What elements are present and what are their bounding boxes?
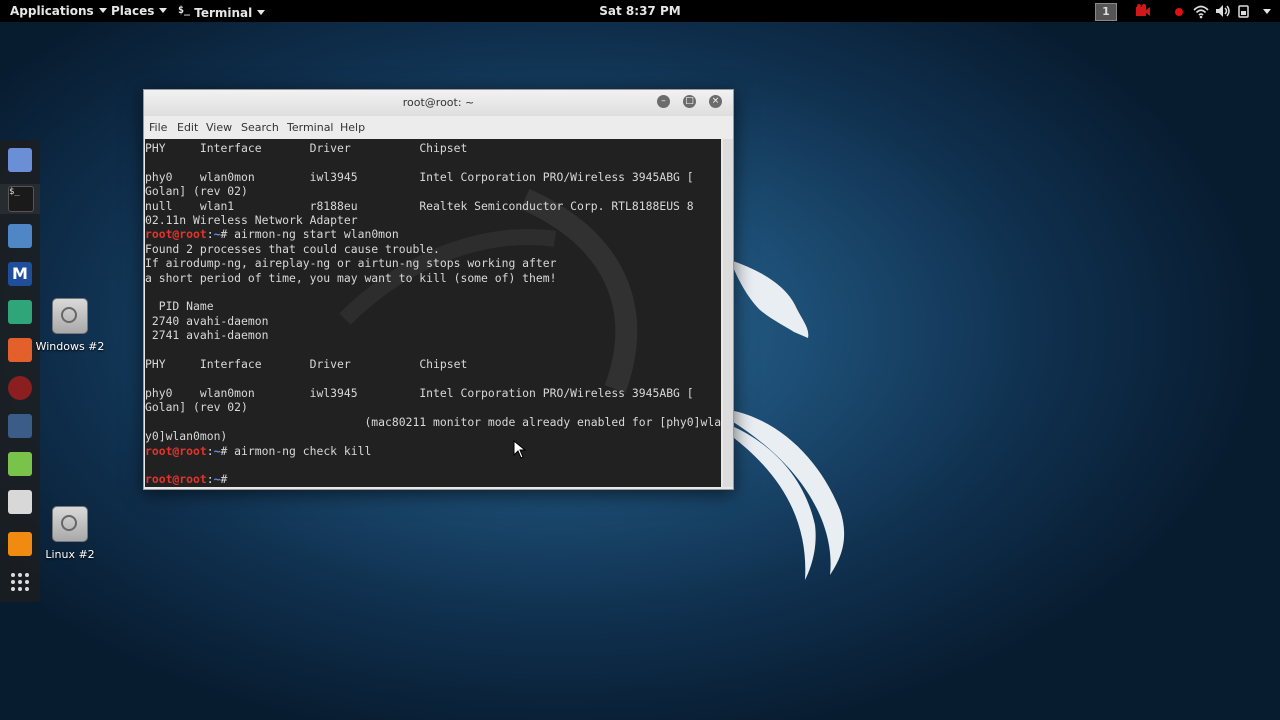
terminal-icon[interactable]: $_ <box>8 186 34 212</box>
burpsuite-icon[interactable] <box>8 338 32 362</box>
places-label: Places <box>111 4 155 18</box>
terminal-line: a short period of time, you may want to … <box>145 270 557 285</box>
battery-icon[interactable] <box>1236 2 1254 20</box>
terminal-line: PHY Interface Driver Chipset <box>145 357 468 372</box>
menu-view[interactable]: View <box>206 116 232 140</box>
applications-menu[interactable]: Applications <box>10 0 107 22</box>
applications-label: Applications <box>10 4 94 18</box>
menu-terminal[interactable]: Terminal <box>287 116 334 140</box>
places-menu[interactable]: Places <box>111 0 168 22</box>
terminal-prompt-line: root@root:~# <box>145 472 721 486</box>
volume-icon[interactable] <box>1214 2 1232 20</box>
window-title: root@root: ~ <box>402 96 475 109</box>
terminal-small-icon: $_ <box>178 5 191 16</box>
terminal-line: Golan] (rev 02) <box>145 400 248 415</box>
wifi-icon[interactable] <box>1192 2 1210 20</box>
recorder-icon[interactable] <box>1134 2 1152 20</box>
terminal-line: PID Name <box>145 299 214 314</box>
workspace-indicator[interactable]: 1 <box>1095 3 1117 21</box>
prompt-user: root@root <box>145 472 207 487</box>
desktop-icon-label: Windows #2 <box>35 340 105 353</box>
terminal-line: If airodump-ng, aireplay-ng or airtun-ng… <box>145 256 557 271</box>
mouse-cursor-icon <box>513 440 527 459</box>
terminal-scrollbar[interactable] <box>723 139 733 487</box>
record-dot-icon[interactable] <box>1170 2 1188 20</box>
armitage-icon[interactable] <box>8 300 32 324</box>
prompt-separator: : <box>206 227 214 242</box>
chevron-down-icon <box>159 8 168 13</box>
desktop-icon-windows-2[interactable]: Windows #2 <box>30 298 110 353</box>
terminal-line: Found 2 processes that could cause troub… <box>145 241 440 256</box>
terminal-app-menu[interactable]: $_ Terminal <box>178 0 266 22</box>
chevron-down-icon <box>257 10 266 15</box>
terminal-line: phy0 wlan0mon iwl3945 Intel Corporation … <box>145 169 694 184</box>
terminal-line: PHY Interface Driver Chipset <box>145 141 468 155</box>
command-text: # airmon-ng check kill <box>220 443 372 458</box>
terminal-line: (mac80211 monitor mode already enabled f… <box>364 414 721 429</box>
terminal-text: PHY Interface Driver Chipset phy0 wlan0m… <box>145 139 721 487</box>
terminal-line: Golan] (rev 02) <box>145 184 248 199</box>
chevron-down-icon <box>98 8 107 13</box>
terminal-line: 2741 avahi-daemon <box>145 328 269 343</box>
terminal-window: root@root: ~ – □ × File Edit View Search… <box>143 89 734 490</box>
desktop-icon-label: Linux #2 <box>45 548 95 561</box>
terminal-prompt-line: root@root:~# airmon-ng start wlan0mon <box>145 227 721 241</box>
metasploit-icon[interactable]: M <box>8 262 32 286</box>
notes-icon[interactable] <box>8 452 32 476</box>
menu-edit[interactable]: Edit <box>177 116 198 140</box>
terminal-app-label: Terminal <box>194 6 253 20</box>
command-text: # airmon-ng start wlan0mon <box>220 227 399 242</box>
maximize-icon[interactable]: □ <box>683 95 696 108</box>
prompt-separator: : <box>206 472 214 487</box>
terminal-output[interactable]: PHY Interface Driver Chipset phy0 wlan0m… <box>145 139 721 487</box>
terminal-line: y0]wlan0mon) <box>145 429 228 444</box>
terminal-line: phy0 wlan0mon iwl3945 Intel Corporation … <box>145 385 694 400</box>
terminal-line: 02.11n Wireless Network Adapter <box>145 213 358 228</box>
menu-help[interactable]: Help <box>340 116 365 140</box>
window-titlebar[interactable]: root@root: ~ – □ × <box>144 90 733 116</box>
terminal-prompt-line: root@root:~# airmon-ng check kill <box>145 444 721 458</box>
drive-icon <box>52 506 88 542</box>
menu-file[interactable]: File <box>149 116 167 140</box>
prompt-user: root@root <box>145 227 207 242</box>
maltego-icon[interactable] <box>8 414 32 438</box>
prompt-user: root@root <box>145 443 207 458</box>
screenshot-icon[interactable] <box>8 490 32 514</box>
system-menu-chevron-icon[interactable] <box>1263 9 1271 14</box>
prompt-separator: : <box>206 443 214 458</box>
files-icon[interactable] <box>8 224 32 248</box>
menu-bar: File Edit View Search Terminal Help <box>144 116 733 139</box>
terminal-line: null wlan1 r8188eu Realtek Semiconductor… <box>145 198 694 213</box>
drive-icon <box>52 298 88 334</box>
pidgin-icon[interactable] <box>8 148 32 172</box>
terminal-line: 2740 avahi-daemon <box>145 313 269 328</box>
menu-search[interactable]: Search <box>241 116 279 140</box>
faraday-icon[interactable] <box>8 376 32 400</box>
close-icon[interactable]: × <box>709 95 722 108</box>
desktop-icon-linux-2[interactable]: Linux #2 <box>30 506 110 561</box>
vlc-icon[interactable] <box>8 532 32 556</box>
command-text: # <box>220 472 235 487</box>
minimize-icon[interactable]: – <box>657 95 670 108</box>
top-panel: Applications Places $_ Terminal Sat 8:37… <box>0 0 1280 22</box>
apps-grid-icon[interactable] <box>8 570 32 594</box>
